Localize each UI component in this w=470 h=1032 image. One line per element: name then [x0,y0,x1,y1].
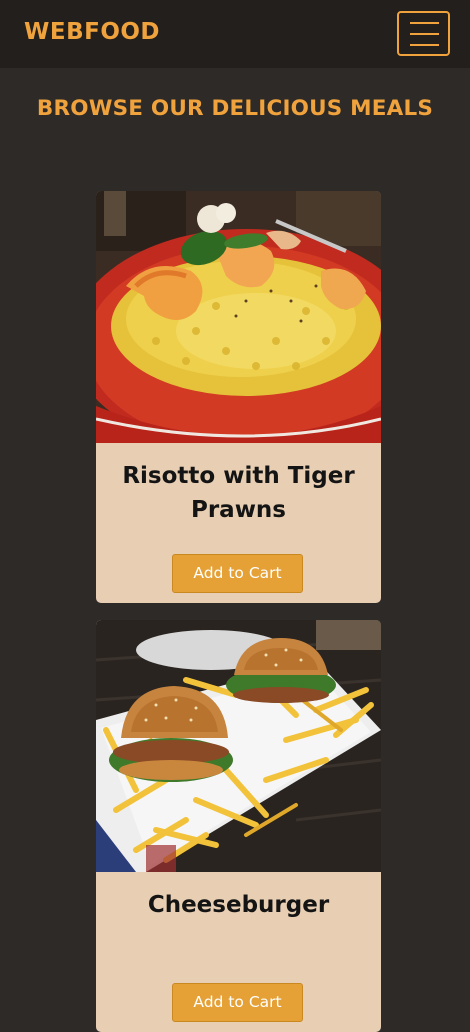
menu-toggle-button[interactable] [397,11,450,56]
add-to-cart-button[interactable]: Add to Cart [172,554,303,593]
meal-image [96,191,381,443]
meal-title: Risotto with Tiger Prawns [122,463,355,523]
brand-logo[interactable]: WEBFOOD [24,19,160,45]
meal-card: Risotto with Tiger Prawns Add to Cart [96,191,381,603]
meal-image [96,620,381,872]
meal-card: Cheeseburger Add to Cart [96,620,381,1032]
navbar: WEBFOOD [0,0,470,68]
meal-title: Cheeseburger [147,892,330,918]
add-to-cart-button[interactable]: Add to Cart [172,983,303,1022]
page-title: BROWSE OUR DELICIOUS MEALS [36,96,434,121]
